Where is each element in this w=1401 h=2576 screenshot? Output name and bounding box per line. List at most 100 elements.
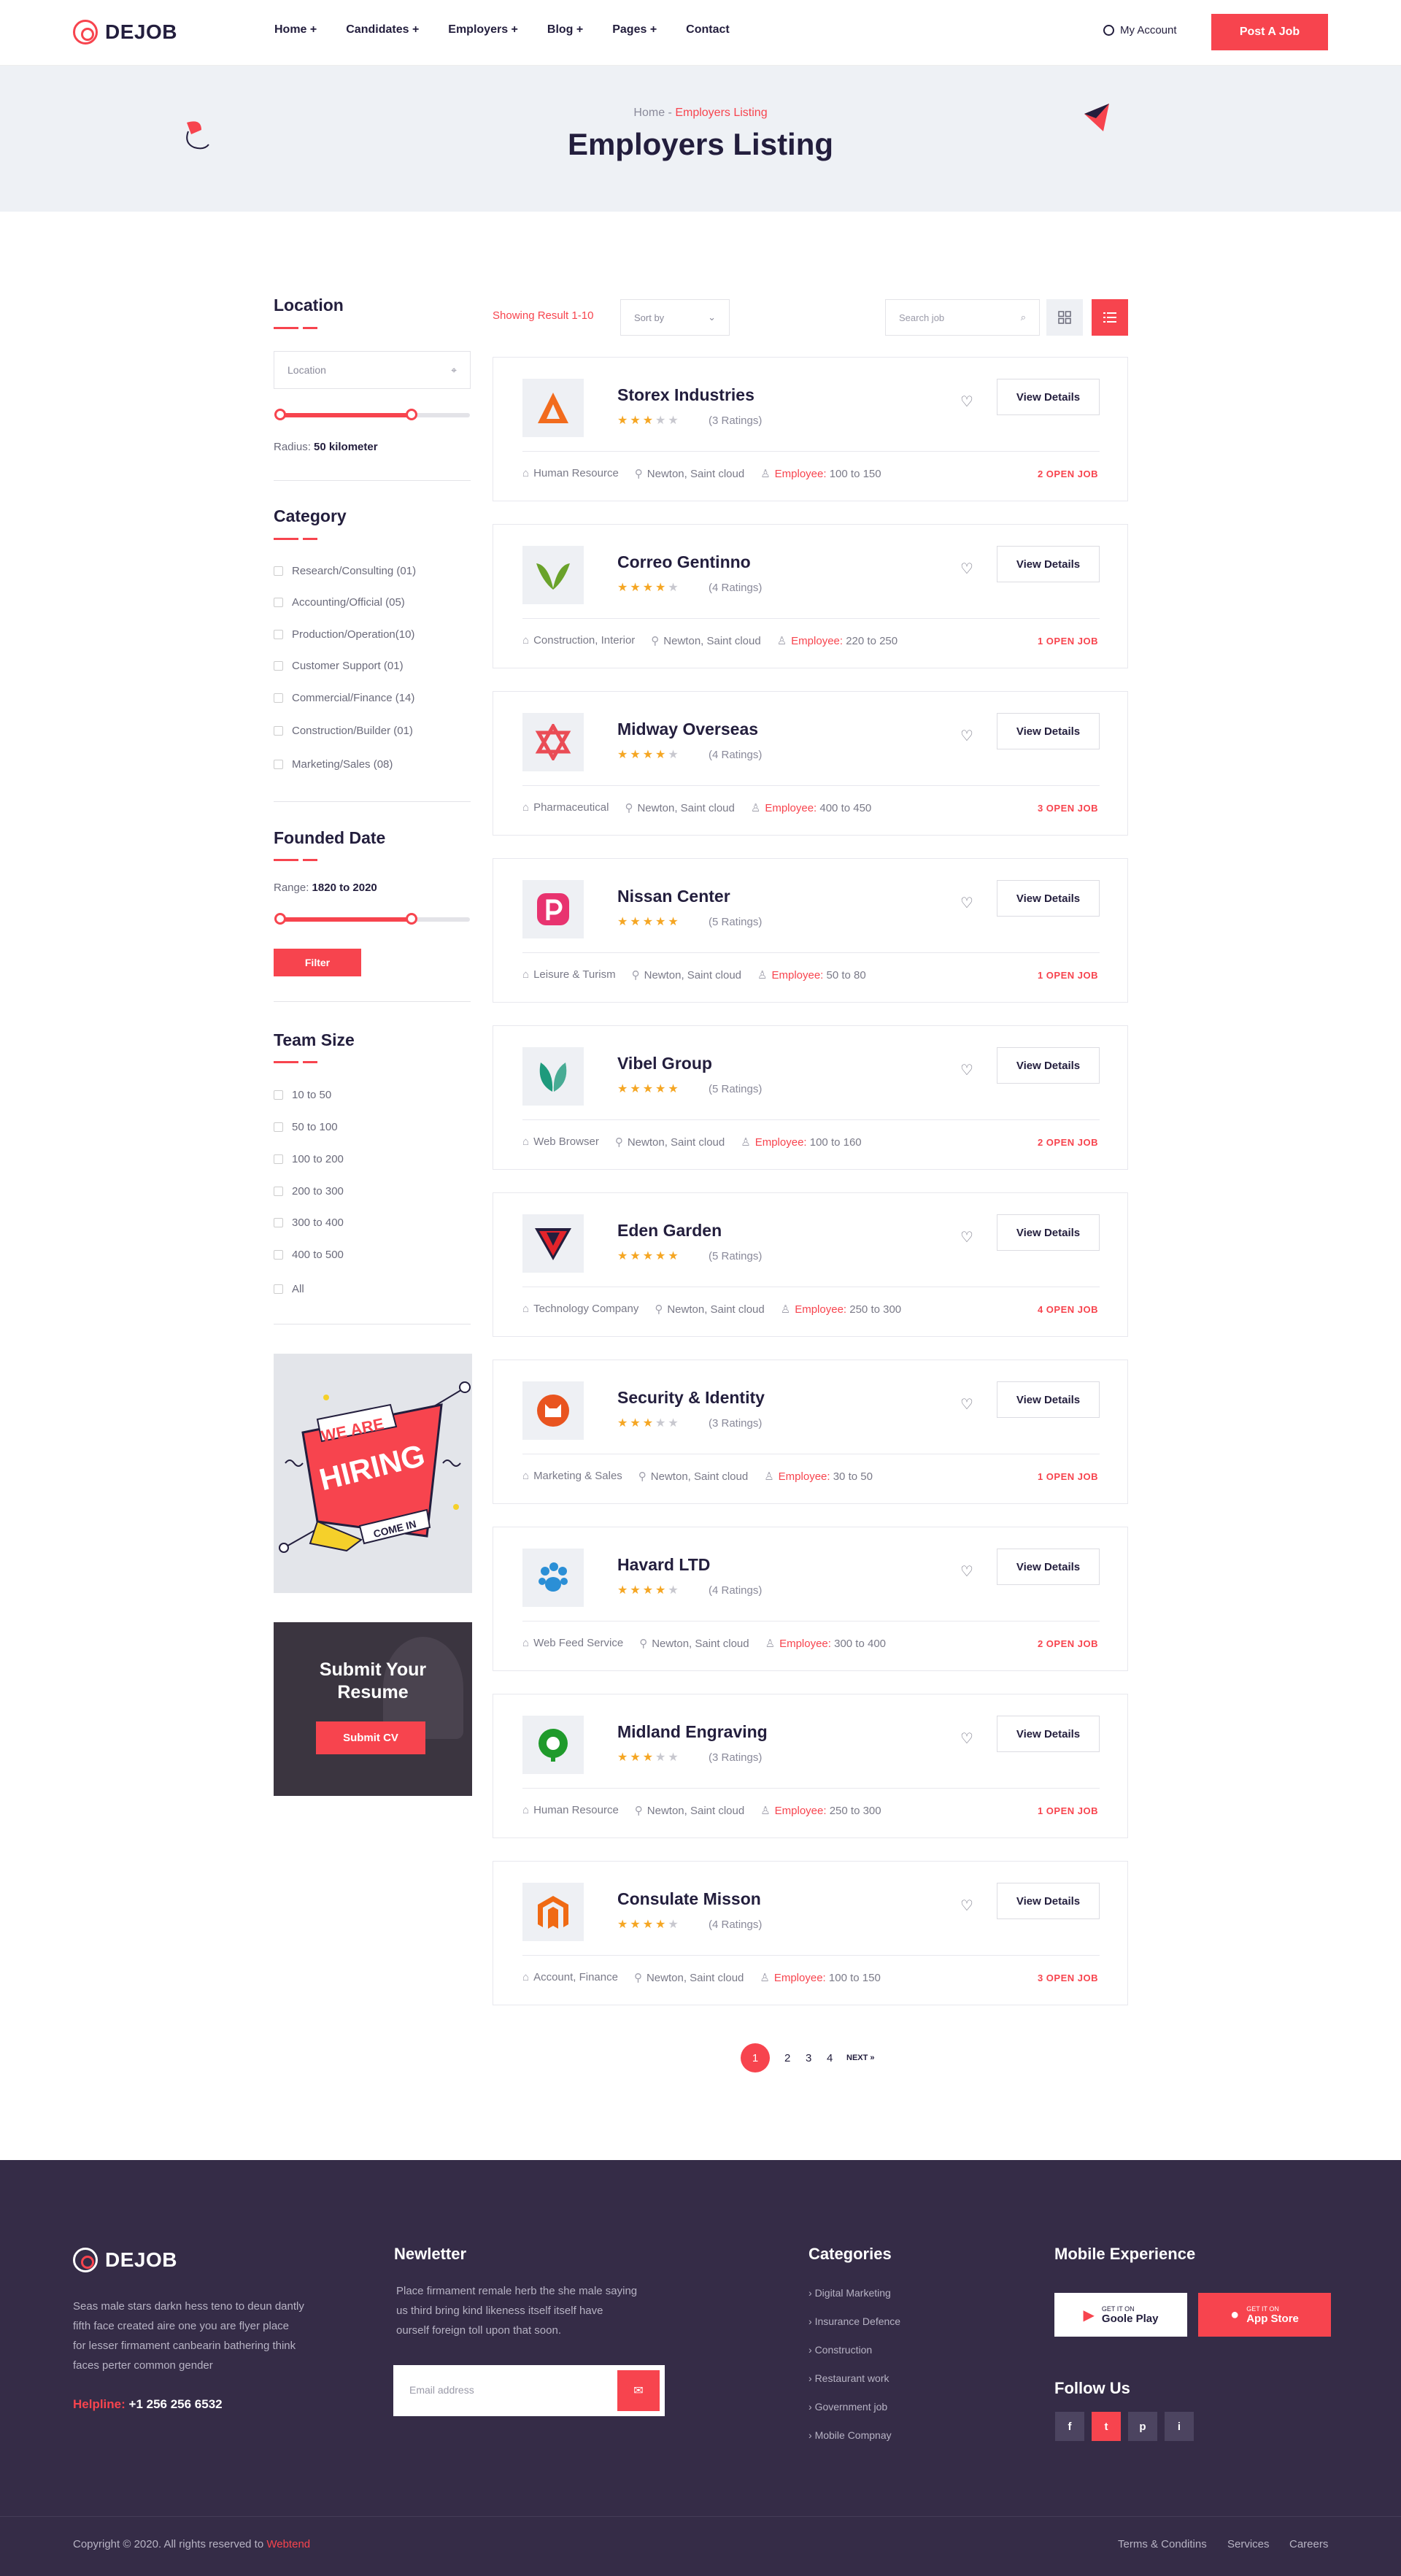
heart-icon[interactable]: ♡ <box>960 727 973 745</box>
company-name[interactable]: Eden Garden <box>617 1221 722 1241</box>
team-size-checkbox[interactable]: All <box>274 1283 304 1295</box>
category-checkbox[interactable]: Production/Operation(10) <box>274 628 414 641</box>
company-name[interactable]: Security & Identity <box>617 1388 765 1408</box>
facebook-icon[interactable]: f <box>1055 2412 1084 2441</box>
heart-icon[interactable]: ♡ <box>960 1061 973 1079</box>
app-store-button[interactable]: ● GET IT ON App Store <box>1198 2293 1331 2337</box>
footer-logo[interactable]: DEJOB <box>73 2248 177 2272</box>
employer-card[interactable]: Eden Garden ★★★★★ (5 Ratings) ♡ View Det… <box>493 1192 1128 1337</box>
team-size-checkbox[interactable]: 300 to 400 <box>274 1216 344 1229</box>
open-jobs-link[interactable]: 3 OPEN JOB <box>1038 1973 1098 1983</box>
twitter-icon[interactable]: t <box>1092 2412 1121 2441</box>
footer-category-link[interactable]: › Digital Marketing <box>808 2287 891 2299</box>
checkbox-icon[interactable] <box>274 598 283 607</box>
checkbox-icon[interactable] <box>274 1250 283 1260</box>
company-logo[interactable] <box>522 1716 584 1774</box>
open-jobs-link[interactable]: 2 OPEN JOB <box>1038 468 1098 479</box>
company-logo[interactable] <box>522 1214 584 1273</box>
open-jobs-link[interactable]: 4 OPEN JOB <box>1038 1304 1098 1315</box>
checkbox-icon[interactable] <box>274 630 283 639</box>
company-name[interactable]: Midland Engraving <box>617 1722 768 1742</box>
list-view-button[interactable] <box>1092 299 1128 336</box>
company-logo[interactable] <box>522 1047 584 1106</box>
footer-category-link[interactable]: › Mobile Compnay <box>808 2429 892 2441</box>
google-play-button[interactable]: ▶ GET IT ON Goole Play <box>1054 2293 1187 2337</box>
employer-card[interactable]: Storex Industries ★★★★★ (3 Ratings) ♡ Vi… <box>493 357 1128 501</box>
page-3-button[interactable]: 3 <box>806 2043 811 2072</box>
heart-icon[interactable]: ♡ <box>960 894 973 912</box>
nav-employers[interactable]: Employers + <box>448 23 518 36</box>
team-size-checkbox[interactable]: 50 to 100 <box>274 1121 338 1133</box>
company-name[interactable]: Nissan Center <box>617 887 730 906</box>
open-jobs-link[interactable]: 2 OPEN JOB <box>1038 1137 1098 1148</box>
view-details-button[interactable]: View Details <box>997 546 1100 582</box>
radius-slider[interactable] <box>274 409 470 420</box>
founded-slider-min-handle[interactable] <box>274 913 286 925</box>
category-checkbox[interactable]: Commercial/Finance (14) <box>274 692 414 704</box>
employer-card[interactable]: Vibel Group ★★★★★ (5 Ratings) ♡ View Det… <box>493 1025 1128 1170</box>
open-jobs-link[interactable]: 3 OPEN JOB <box>1038 803 1098 814</box>
founded-slider[interactable] <box>274 913 470 925</box>
view-details-button[interactable]: View Details <box>997 1047 1100 1084</box>
team-size-checkbox[interactable]: 100 to 200 <box>274 1153 344 1165</box>
checkbox-icon[interactable] <box>274 726 283 736</box>
hiring-banner[interactable]: WE ARE HIRING COME IN <box>274 1354 472 1593</box>
checkbox-icon[interactable] <box>274 760 283 769</box>
employer-card[interactable]: Nissan Center ★★★★★ (5 Ratings) ♡ View D… <box>493 858 1128 1003</box>
heart-icon[interactable]: ♡ <box>960 560 973 578</box>
radius-slider-min-handle[interactable] <box>274 409 286 420</box>
company-name[interactable]: Consulate Misson <box>617 1889 761 1909</box>
footer-category-link[interactable]: › Insurance Defence <box>808 2315 900 2327</box>
copyright-brand-link[interactable]: Webtend <box>266 2538 310 2550</box>
company-logo[interactable] <box>522 1883 584 1941</box>
helpline-number[interactable]: +1 256 256 6532 <box>129 2397 223 2411</box>
nav-blog[interactable]: Blog + <box>547 23 583 36</box>
site-logo[interactable]: DEJOB <box>73 20 177 45</box>
view-details-button[interactable]: View Details <box>997 379 1100 415</box>
heart-icon[interactable]: ♡ <box>960 393 973 411</box>
category-checkbox[interactable]: Accounting/Official (05) <box>274 596 405 609</box>
view-details-button[interactable]: View Details <box>997 1381 1100 1418</box>
company-name[interactable]: Midway Overseas <box>617 720 758 739</box>
page-1-button[interactable]: 1 <box>741 2043 770 2072</box>
category-checkbox[interactable]: Construction/Builder (01) <box>274 725 413 737</box>
employer-card[interactable]: Security & Identity ★★★★★ (3 Ratings) ♡ … <box>493 1360 1128 1504</box>
post-job-button[interactable]: Post A Job <box>1211 14 1328 50</box>
company-logo[interactable] <box>522 1381 584 1440</box>
view-details-button[interactable]: View Details <box>997 1549 1100 1585</box>
sort-select[interactable]: Sort by ⌄ <box>620 299 730 336</box>
pinterest-icon[interactable]: p <box>1128 2412 1157 2441</box>
checkbox-icon[interactable] <box>274 661 283 671</box>
company-name[interactable]: Correo Gentinno <box>617 552 751 572</box>
checkbox-icon[interactable] <box>274 1187 283 1196</box>
filter-button[interactable]: Filter <box>274 949 361 976</box>
team-size-checkbox[interactable]: 200 to 300 <box>274 1185 344 1198</box>
category-checkbox[interactable]: Customer Support (01) <box>274 660 404 672</box>
checkbox-icon[interactable] <box>274 1154 283 1164</box>
footer-category-link[interactable]: › Restaurant work <box>808 2372 889 2384</box>
checkbox-icon[interactable] <box>274 1218 283 1227</box>
location-input[interactable]: Location ⌖ <box>274 351 471 389</box>
heart-icon[interactable]: ♡ <box>960 1562 973 1581</box>
company-logo[interactable] <box>522 1549 584 1607</box>
checkbox-icon[interactable] <box>274 1122 283 1132</box>
heart-icon[interactable]: ♡ <box>960 1228 973 1246</box>
next-page-button[interactable]: NEXT » <box>846 2043 875 2072</box>
company-logo[interactable] <box>522 713 584 771</box>
team-size-checkbox[interactable]: 400 to 500 <box>274 1249 344 1261</box>
checkbox-icon[interactable] <box>274 566 283 576</box>
company-name[interactable]: Vibel Group <box>617 1054 712 1073</box>
checkbox-icon[interactable] <box>274 1284 283 1294</box>
category-checkbox[interactable]: Marketing/Sales (08) <box>274 758 393 771</box>
employer-card[interactable]: Consulate Misson ★★★★★ (4 Ratings) ♡ Vie… <box>493 1861 1128 2005</box>
page-4-button[interactable]: 4 <box>827 2043 833 2072</box>
page-2-button[interactable]: 2 <box>784 2043 790 2072</box>
employer-card[interactable]: Midway Overseas ★★★★★ (4 Ratings) ♡ View… <box>493 691 1128 836</box>
my-account-link[interactable]: My Account <box>1103 24 1177 36</box>
nav-home[interactable]: Home + <box>274 23 317 36</box>
company-logo[interactable] <box>522 379 584 437</box>
company-name[interactable]: Havard LTD <box>617 1555 710 1575</box>
team-size-checkbox[interactable]: 10 to 50 <box>274 1089 331 1101</box>
open-jobs-link[interactable]: 1 OPEN JOB <box>1038 970 1098 981</box>
careers-link[interactable]: Careers <box>1289 2538 1328 2550</box>
